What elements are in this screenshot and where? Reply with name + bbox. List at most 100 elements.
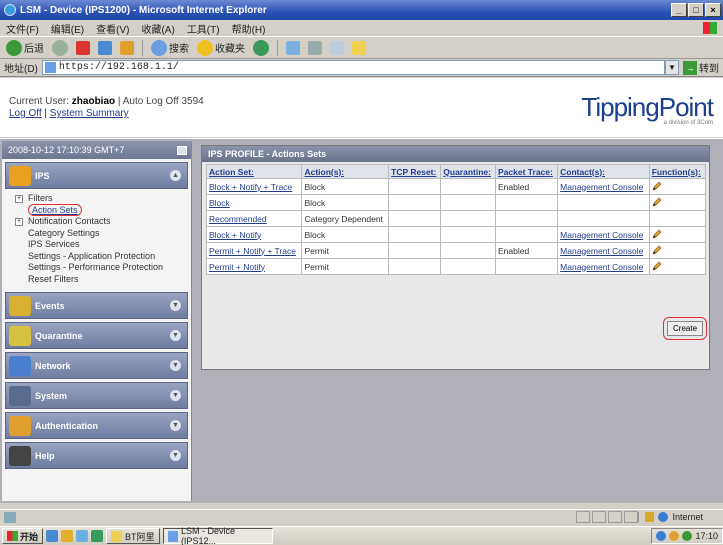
- lock-icon[interactable]: [645, 512, 655, 522]
- ie-icon: [4, 4, 16, 16]
- start-button[interactable]: 开始: [2, 528, 44, 544]
- back-button[interactable]: 后退: [4, 39, 46, 57]
- folder-icon: [352, 40, 366, 55]
- action-set-cell: Permit + Notify + Trace: [205, 242, 303, 259]
- trace-cell: [495, 210, 559, 227]
- home-icon: [120, 40, 134, 55]
- menu-file[interactable]: 文件(F): [6, 21, 39, 36]
- column-header[interactable]: Action Set:: [205, 164, 303, 179]
- nav-section-help[interactable]: Help ▼: [5, 442, 188, 469]
- action-set-cell: Block + Notify + Trace: [205, 178, 303, 195]
- ips-menu-item[interactable]: + Filters: [15, 193, 188, 205]
- address-dropdown-button[interactable]: ▼: [665, 60, 679, 75]
- contact-link[interactable]: Management Console: [560, 246, 643, 256]
- contact-cell: Management Console: [557, 226, 650, 243]
- mail-button[interactable]: [284, 39, 302, 57]
- edit-pencil-icon[interactable]: [652, 229, 662, 239]
- expand-icon[interactable]: ▼: [170, 450, 181, 461]
- forward-button[interactable]: [50, 39, 70, 57]
- ips-menu-item[interactable]: IPS Services: [15, 239, 188, 251]
- close-button[interactable]: ×: [705, 3, 721, 17]
- app-quicklaunch-icon[interactable]: [91, 530, 104, 542]
- home-button[interactable]: [118, 39, 136, 57]
- edit-button[interactable]: [328, 39, 346, 57]
- favorites-button[interactable]: 收藏夹: [195, 39, 247, 57]
- expand-icon[interactable]: ▼: [170, 330, 181, 341]
- trace-cell: [495, 194, 559, 211]
- expand-icon[interactable]: ▼: [170, 420, 181, 431]
- ips-menu-item[interactable]: + Notification Contacts: [15, 216, 188, 228]
- page-status-icon: [4, 511, 16, 523]
- menu-help[interactable]: 帮助(H): [232, 21, 266, 36]
- tcp-cell: [388, 242, 442, 259]
- history-icon: [253, 39, 269, 56]
- ips-menu-item[interactable]: Settings - Performance Protection: [15, 262, 188, 274]
- action-set-link[interactable]: Block + Notify + Trace: [209, 182, 292, 192]
- history-button[interactable]: [251, 39, 271, 57]
- status-cell: [576, 511, 591, 523]
- nav-section-authentication[interactable]: Authentication ▼: [5, 412, 188, 439]
- current-user-prefix: Current User:: [9, 96, 72, 107]
- volume-tray-icon[interactable]: [669, 531, 680, 541]
- nav-section-ips[interactable]: IPS ▲: [5, 162, 188, 189]
- print-button[interactable]: [306, 39, 324, 57]
- menu-favorites[interactable]: 收藏(A): [141, 21, 174, 36]
- go-button[interactable]: → 转到: [683, 60, 719, 75]
- action-set-link[interactable]: Permit + Notify + Trace: [209, 246, 296, 256]
- ie-quicklaunch-icon[interactable]: [46, 530, 59, 542]
- network-tray-icon[interactable]: [656, 531, 667, 541]
- security-tray-icon[interactable]: [682, 531, 693, 541]
- column-header[interactable]: Packet Trace:: [495, 164, 559, 179]
- expand-icon[interactable]: +: [15, 194, 23, 203]
- ips-menu-item[interactable]: Action Sets: [15, 203, 188, 217]
- action-set-link[interactable]: Block: [209, 198, 230, 208]
- refresh-button[interactable]: [96, 39, 114, 57]
- tippingpoint-logo: TippingPoint a division of 3Com: [581, 92, 714, 126]
- nav-section-network[interactable]: Network ▼: [5, 352, 188, 379]
- nav-section-system[interactable]: System ▼: [5, 382, 188, 409]
- maximize-button[interactable]: □: [688, 3, 704, 17]
- action-set-link[interactable]: Permit + Notify: [209, 262, 265, 272]
- minimize-button[interactable]: _: [671, 3, 687, 17]
- expand-icon[interactable]: +: [15, 217, 23, 226]
- edit-pencil-icon[interactable]: [652, 181, 662, 191]
- nav-section-events[interactable]: Events ▼: [5, 292, 188, 319]
- folder-button[interactable]: [350, 39, 368, 57]
- menu-tools[interactable]: 工具(T): [187, 21, 220, 36]
- taskbar-ie-window[interactable]: LSM - Device (IPS12...: [162, 526, 273, 545]
- action-set-link[interactable]: Recommended: [209, 214, 267, 224]
- address-input[interactable]: https://192.168.1.1/: [41, 60, 665, 75]
- log-off-link[interactable]: Log Off: [9, 108, 42, 119]
- taskbar-folder-item[interactable]: BT阿里: [106, 528, 160, 544]
- edit-pencil-icon[interactable]: [652, 261, 662, 271]
- action-set-link[interactable]: Block + Notify: [209, 230, 261, 240]
- edit-pencil-icon[interactable]: [652, 245, 662, 255]
- column-header[interactable]: Contact(s):: [557, 164, 650, 179]
- edit-pencil-icon[interactable]: [652, 197, 662, 207]
- ips-menu-item[interactable]: Settings - Application Protection: [15, 251, 188, 263]
- column-header[interactable]: Quarantine:: [440, 164, 497, 179]
- contact-link[interactable]: Management Console: [560, 230, 643, 240]
- create-button[interactable]: Create: [667, 321, 704, 336]
- system-summary-link[interactable]: System Summary: [50, 108, 129, 119]
- ips-menu-item[interactable]: Reset Filters: [15, 274, 188, 286]
- menu-view[interactable]: 查看(V): [96, 21, 129, 36]
- explorer-quicklaunch-icon[interactable]: [61, 530, 74, 542]
- expand-icon[interactable]: ▼: [170, 360, 181, 371]
- calendar-icon[interactable]: [177, 145, 187, 155]
- contact-link[interactable]: Management Console: [560, 262, 643, 272]
- expand-icon[interactable]: ▼: [170, 300, 181, 311]
- ips-menu-item[interactable]: Category Settings: [15, 228, 188, 240]
- action-set-cell: Block + Notify: [205, 226, 303, 243]
- stop-button[interactable]: [74, 39, 92, 57]
- nav-section-quarantine[interactable]: Quarantine ▼: [5, 322, 188, 349]
- search-button[interactable]: 搜索: [149, 39, 191, 57]
- desktop-quicklaunch-icon[interactable]: [76, 530, 89, 542]
- column-header[interactable]: TCP Reset:: [388, 164, 442, 179]
- menu-edit[interactable]: 编辑(E): [51, 21, 84, 36]
- column-header[interactable]: Action(s):: [301, 164, 390, 179]
- collapse-icon[interactable]: ▲: [170, 170, 181, 181]
- column-header[interactable]: Function(s):: [648, 164, 707, 179]
- expand-icon[interactable]: ▼: [170, 390, 181, 401]
- contact-link[interactable]: Management Console: [560, 182, 643, 192]
